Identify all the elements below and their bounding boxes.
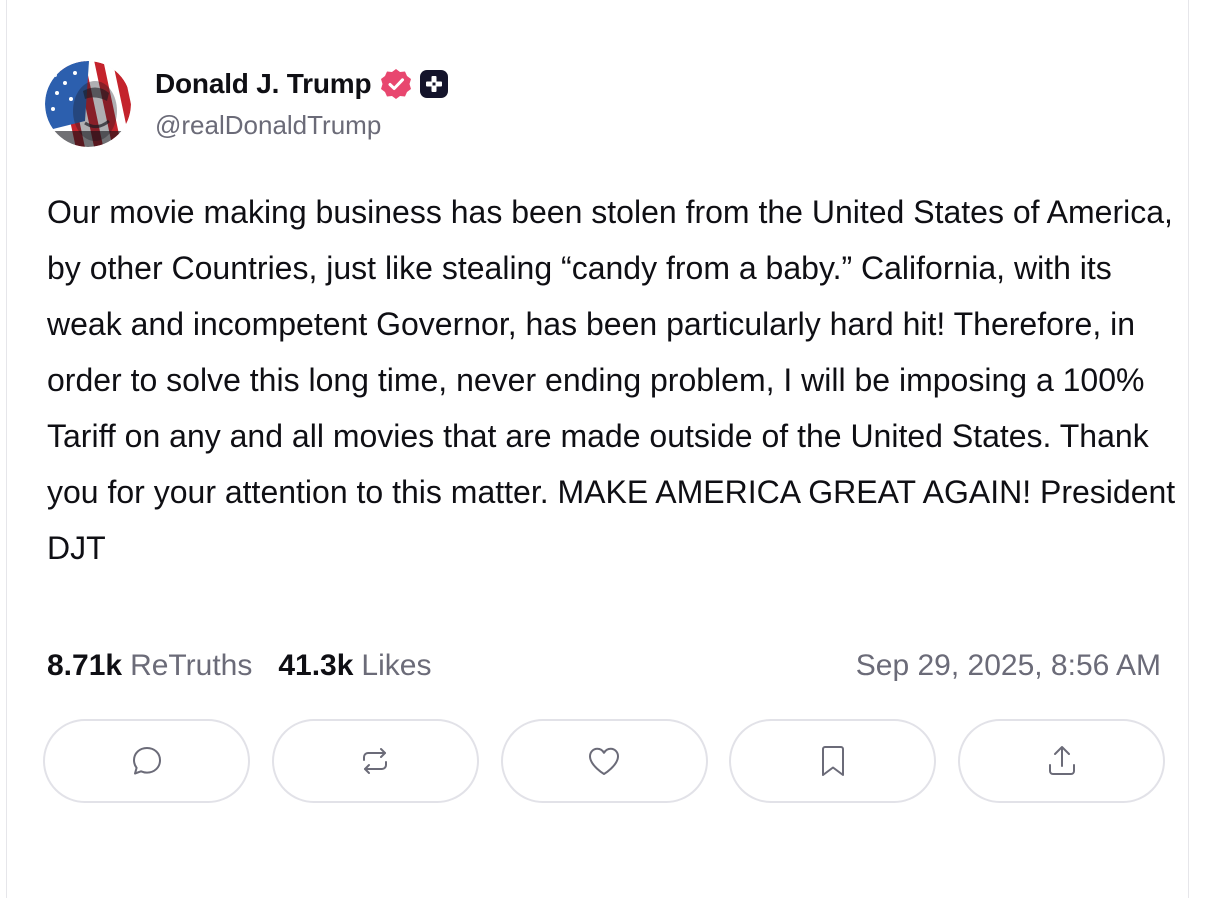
plus-subscriber-badge-icon bbox=[419, 69, 449, 99]
share-icon bbox=[1048, 746, 1075, 775]
like-icon bbox=[589, 747, 619, 775]
post-text: Our movie making business has been stole… bbox=[47, 194, 1176, 566]
retruths-label[interactable]: ReTruths bbox=[130, 649, 252, 683]
share-button[interactable] bbox=[958, 719, 1165, 803]
likes-label[interactable]: Likes bbox=[361, 649, 431, 683]
author-name-row: Donald J. Trump bbox=[155, 66, 449, 102]
retruths-count[interactable]: 8.71k bbox=[47, 649, 122, 683]
reply-button[interactable] bbox=[43, 719, 250, 803]
post-stats: 8.71k ReTruths 41.3k Likes Sep 29, 2025,… bbox=[47, 646, 1161, 686]
post-action-bar bbox=[43, 719, 1165, 807]
post-card: Donald J. Trump @realDonaldTrump Our mov… bbox=[6, 0, 1189, 898]
author-display-name[interactable]: Donald J. Trump bbox=[155, 68, 372, 100]
avatar[interactable] bbox=[45, 61, 131, 147]
retruth-icon bbox=[363, 748, 388, 774]
bookmark-button[interactable] bbox=[729, 719, 937, 803]
post-timestamp[interactable]: Sep 29, 2025, 8:56 AM bbox=[856, 649, 1161, 683]
like-button[interactable] bbox=[500, 719, 708, 803]
bookmark-icon bbox=[821, 746, 844, 776]
author-handle[interactable]: @realDonaldTrump bbox=[155, 110, 381, 141]
reply-icon bbox=[132, 747, 161, 775]
verified-badge-icon bbox=[379, 67, 413, 101]
retruth-button[interactable] bbox=[271, 719, 479, 803]
likes-count[interactable]: 41.3k bbox=[278, 649, 353, 683]
